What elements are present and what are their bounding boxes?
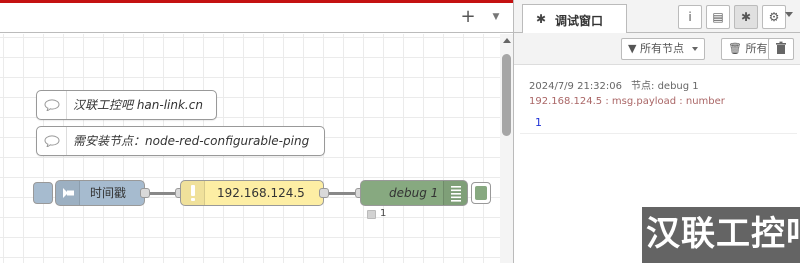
canvas-vertical-scrollbar[interactable] [500,34,513,263]
filter-nodes-button[interactable]: ▼ 所有节点 [621,38,706,60]
debug-enable-toggle[interactable] [471,182,491,204]
tab-debug[interactable]: ✱ 调试窗口 [522,4,627,34]
chevron-down-icon [692,47,699,51]
bug-icon[interactable]: ✱ [734,5,758,29]
debug-toolbar: ▼ 所有节点 🗑 所有 [514,33,800,65]
inject-trigger-button[interactable] [33,182,53,204]
chevron-down-icon[interactable] [785,12,793,17]
inject-arrow-icon [63,188,74,198]
wire[interactable] [329,192,356,195]
output-port[interactable] [140,188,150,198]
debug-node[interactable]: debug 1 [360,180,468,206]
sidebar-tabbar: ✱ 调试窗口 i ▤ ✱ ⚙ [514,0,800,34]
filter-icon: ▼ [628,42,637,55]
output-port[interactable] [319,188,329,198]
watermark-text: 汉联工控吧 [646,214,800,254]
message-topic: 192.168.124.5 : msg.payload : number [529,96,725,107]
message-timestamp: 2024/7/9 21:32:06 [529,81,623,92]
book-icon[interactable]: ▤ [706,5,730,29]
comment-label: 汉联工控吧 han-link.cn [73,98,203,112]
inject-node[interactable]: 时间戳 [55,180,145,206]
workspace-tabbar: + ▼ [0,3,513,33]
debug-status-text: 1 [380,208,387,219]
exclamation-icon [191,185,195,201]
trash-icon: 🗑 [728,42,742,55]
debug-message[interactable]: 2024/7/9 21:32:06 节点: debug 1 192.168.124… [520,68,797,134]
message-node-link[interactable]: 节点: debug 1 [631,81,699,92]
bug-icon: ✱ [536,12,547,26]
flow-list-menu-button[interactable]: ▼ [487,6,505,28]
ping-node-label: 192.168.124.5 [217,186,305,200]
debug-node-label: debug 1 [389,186,439,200]
comment-label: 需安装节点：node-red-configurable-ping [73,134,310,148]
comment-divider [66,91,67,119]
comment-node[interactable]: 汉联工控吧 han-link.cn [36,90,217,120]
trash-icon [776,41,786,54]
wire[interactable] [150,192,176,195]
status-icon [367,210,376,219]
list-icon [451,186,461,202]
clear-messages-button[interactable] [768,38,794,60]
scroll-up-icon[interactable] [503,38,511,43]
workspace: + ▼ 汉联工控吧 han-link.cn 需安装节点：node-red-con… [0,0,513,263]
debug-icon-area [443,181,467,205]
ping-icon-area [181,181,205,205]
comment-divider [66,127,67,155]
debug-toggle-face [475,186,487,200]
clear-scope-label: 所有 [745,42,768,55]
inject-node-label: 时间戳 [90,186,127,200]
watermark: 汉联工控吧 [642,207,800,263]
inject-icon-area [56,181,80,205]
comment-icon [44,99,60,111]
node-red-editor: + ▼ 汉联工控吧 han-link.cn 需安装节点：node-red-con… [0,0,800,263]
scrollbar-thumb[interactable] [502,54,511,136]
filter-label: 所有节点 [639,42,684,55]
message-meta: 2024/7/9 21:32:06 节点: debug 1 [529,77,699,92]
add-flow-button[interactable]: + [458,6,478,28]
ping-node[interactable]: 192.168.124.5 [180,180,324,206]
message-value[interactable]: 1 [535,116,542,129]
inject-button-face [38,187,48,199]
comment-node[interactable]: 需安装节点：node-red-configurable-ping [36,126,325,156]
info-icon[interactable]: i [678,5,702,29]
tab-debug-label: 调试窗口 [555,14,604,28]
gear-icon[interactable]: ⚙ [762,5,786,29]
comment-icon [44,135,60,147]
